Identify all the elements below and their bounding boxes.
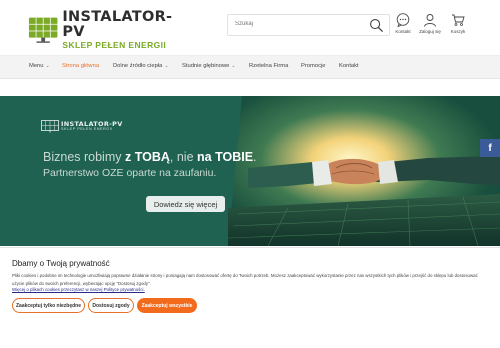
- login-action[interactable]: Zaloguj się: [416, 13, 444, 39]
- customize-consents-button[interactable]: Dostosuj zgody: [88, 298, 134, 313]
- cookie-banner: Dbamy o Twoją prywatność Pliki cookies i…: [0, 247, 500, 348]
- nav-item-label: Rzetelna Firma: [249, 63, 289, 69]
- cart-icon: [452, 14, 465, 26]
- headline-part: Biznes robimy: [43, 150, 125, 164]
- solar-panel-icon: [41, 120, 59, 133]
- nav-item-menu[interactable]: Menu ⌄: [29, 63, 50, 69]
- site-header: INSTALATOR-PV SKLEP PEŁEN ENERGII Kontak…: [0, 0, 500, 55]
- nav-item-label: Menu: [29, 63, 44, 69]
- nav-item-label: Kontakt: [339, 63, 359, 69]
- hero-subline: Partnerstwo OZE oparte na zaufaniu.: [43, 167, 217, 179]
- chat-icon: [396, 13, 410, 27]
- chevron-down-icon: ⌄: [231, 63, 236, 69]
- headline-part: , nie: [169, 150, 198, 164]
- login-label: Zaloguj się: [419, 29, 441, 34]
- search-box: [227, 14, 390, 36]
- accept-necessary-button[interactable]: Zaakceptuj tylko niezbędne: [12, 298, 85, 313]
- contact-action[interactable]: Kontakt: [389, 13, 417, 39]
- nav-item-wells[interactable]: Studnie głębinowe ⌄: [182, 63, 236, 69]
- handshake-image: [228, 96, 500, 246]
- hero-headline: Biznes robimy z TOBĄ, nie na TOBIE.: [43, 150, 257, 164]
- hero-banner: INSTALATOR-PV SKLEP PEŁEN ENERGII Biznes…: [0, 96, 500, 246]
- logo-title: INSTALATOR-PV: [62, 9, 173, 40]
- contact-label: Kontakt: [395, 29, 411, 34]
- cookie-description: Pliki cookies i podobne im technologie u…: [12, 273, 478, 286]
- privacy-policy-link[interactable]: Więcej o plikach cookies przeczytasz w n…: [12, 287, 145, 292]
- nav-item-contact[interactable]: Kontakt: [339, 63, 359, 69]
- headline-emphasis: na TOBIE: [197, 150, 254, 164]
- chevron-down-icon: ⌄: [45, 63, 50, 69]
- search-input[interactable]: [235, 21, 365, 27]
- nav-item-heat-source[interactable]: Dolne źródło ciepła ⌄: [113, 63, 169, 69]
- user-icon: [424, 14, 436, 27]
- learn-more-button[interactable]: Dowiedz się więcej: [146, 196, 225, 212]
- spacer-strip: [0, 79, 500, 96]
- nav-item-promotions[interactable]: Promocje: [301, 63, 325, 69]
- facebook-icon[interactable]: f: [480, 139, 500, 157]
- hero-logo-tagline: SKLEP PEŁEN ENERGII: [61, 126, 113, 131]
- main-nav: Menu ⌄ Strona główna Dolne źródło ciepła ⌄…: [0, 55, 500, 79]
- nav-item-label: Promocje: [301, 63, 326, 69]
- headline-emphasis: z TOBĄ: [124, 150, 170, 164]
- logo-tagline: SKLEP PEŁEN ENERGII: [62, 40, 167, 51]
- search-icon[interactable]: [369, 18, 384, 33]
- nav-item-label: Dolne źródło ciepła: [113, 63, 163, 69]
- hero-logo: INSTALATOR-PV SKLEP PEŁEN ENERGII: [41, 120, 123, 133]
- cart-label: Koszyk: [450, 29, 466, 34]
- cookie-title: Dbamy o Twoją prywatność: [12, 259, 110, 268]
- chevron-down-icon: ⌄: [164, 63, 169, 69]
- logo[interactable]: INSTALATOR-PV SKLEP PEŁEN ENERGII: [28, 10, 188, 49]
- solar-panel-icon: [28, 17, 58, 43]
- accept-all-button[interactable]: Zaakceptuj wszystkie: [137, 298, 197, 313]
- nav-item-reliable-company[interactable]: Rzetelna Firma: [249, 63, 288, 69]
- headline-part: .: [253, 150, 257, 164]
- cart-action[interactable]: Koszyk: [444, 13, 472, 39]
- nav-item-label: Strona główna: [62, 63, 100, 69]
- nav-item-label: Studnie głębinowe: [182, 63, 230, 69]
- nav-item-home[interactable]: Strona główna: [62, 63, 99, 69]
